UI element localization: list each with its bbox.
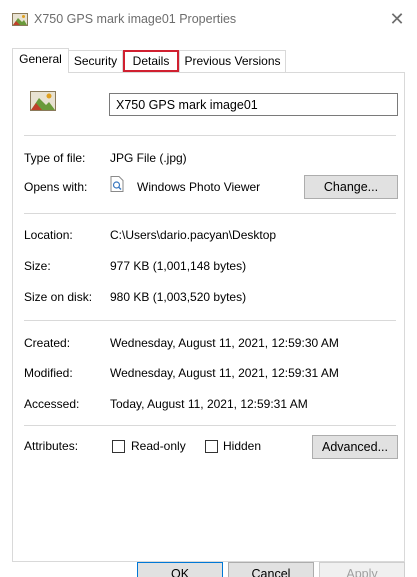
location-value: C:\Users\dario.pacyan\Desktop [110,228,277,242]
tab-previous-versions[interactable]: Previous Versions [179,50,286,72]
size-on-disk-label: Size on disk: [24,290,93,304]
modified-label: Modified: [24,366,73,380]
divider [24,213,396,214]
opens-with-value: Windows Photo Viewer [137,180,261,194]
type-of-file-value: JPG File (.jpg) [110,151,187,165]
properties-dialog: X750 GPS mark image01 Properties ✕ Gener… [0,0,417,577]
location-label: Location: [24,228,73,242]
opens-with-label: Opens with: [24,180,88,194]
attributes-label: Attributes: [24,439,79,453]
created-value: Wednesday, August 11, 2021, 12:59:30 AM [110,336,339,350]
tab-security[interactable]: Security [68,50,123,72]
hidden-checkbox[interactable] [205,440,218,453]
tab-panel-general [12,72,405,562]
apply-button[interactable]: Apply [319,562,405,577]
close-button[interactable]: ✕ [377,0,417,40]
cancel-button[interactable]: Cancel [228,562,314,577]
change-button[interactable]: Change... [304,175,398,199]
size-label: Size: [24,259,51,273]
read-only-label[interactable]: Read-only [131,439,186,453]
type-of-file-label: Type of file: [24,151,86,165]
close-icon: ✕ [389,9,405,29]
file-name-input[interactable] [109,93,398,116]
created-label: Created: [24,336,71,350]
image-file-icon [30,91,56,111]
tab-details[interactable]: Details [123,50,179,72]
photo-viewer-icon [110,176,124,192]
image-file-icon [12,13,28,26]
tab-general[interactable]: General [12,48,69,73]
modified-value: Wednesday, August 11, 2021, 12:59:31 AM [110,366,339,380]
advanced-button[interactable]: Advanced... [312,435,398,459]
divider [24,425,396,426]
divider [24,320,396,321]
divider [24,135,396,136]
size-on-disk-value: 980 KB (1,003,520 bytes) [110,290,247,304]
hidden-label[interactable]: Hidden [223,439,261,453]
accessed-label: Accessed: [24,397,80,411]
size-value: 977 KB (1,001,148 bytes) [110,259,247,273]
ok-button[interactable]: OK [137,562,223,577]
window-title: X750 GPS mark image01 Properties [34,12,237,26]
read-only-checkbox[interactable] [112,440,125,453]
title-bar: X750 GPS mark image01 Properties ✕ [0,0,417,40]
accessed-value: Today, August 11, 2021, 12:59:31 AM [110,397,308,411]
